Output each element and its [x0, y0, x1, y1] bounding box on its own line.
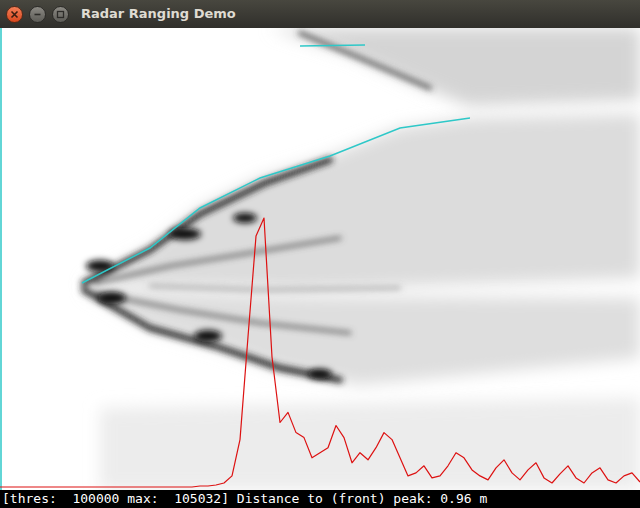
close-icon — [10, 10, 19, 19]
status-text: [thres: 100000 max: 105032] Distance to … — [2, 490, 487, 508]
maximize-icon — [56, 10, 65, 19]
app-window: Radar Ranging Demo — [0, 0, 640, 508]
title-bar: Radar Ranging Demo — [0, 0, 640, 28]
radar-image — [1, 28, 640, 490]
range-profile — [0, 218, 640, 487]
minimize-icon — [33, 10, 42, 19]
radar-chart — [0, 28, 640, 490]
close-button[interactable] — [6, 6, 23, 23]
series-line — [0, 218, 640, 487]
maximize-button[interactable] — [52, 6, 69, 23]
minimize-button[interactable] — [29, 6, 46, 23]
status-bar: [thres: 100000 max: 105032] Distance to … — [0, 490, 640, 508]
radar-view — [0, 28, 640, 490]
window-title: Radar Ranging Demo — [81, 4, 236, 24]
